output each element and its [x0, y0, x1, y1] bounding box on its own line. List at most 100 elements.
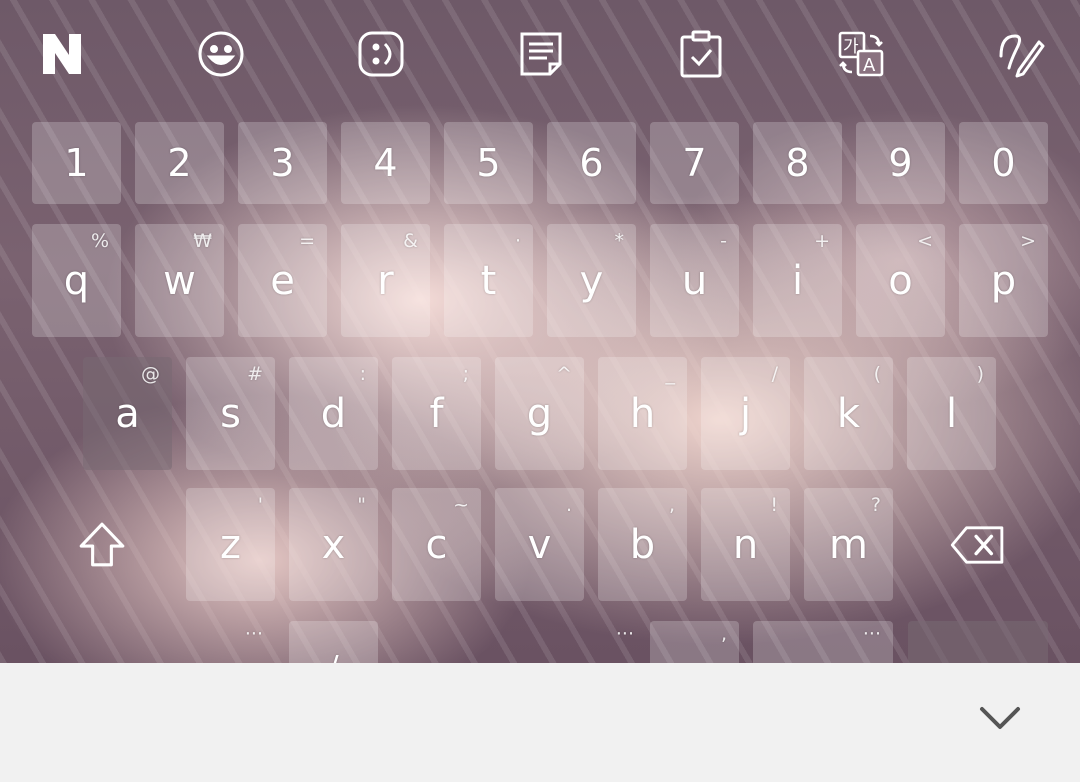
- translate-icon[interactable]: 가 A: [835, 28, 887, 80]
- key-m[interactable]: m?: [804, 488, 893, 601]
- key-v[interactable]: v.: [495, 488, 584, 601]
- key-label: y: [579, 257, 604, 304]
- key-label: u: [681, 257, 708, 304]
- key-x[interactable]: x ": [289, 488, 378, 601]
- key-s[interactable]: s #: [186, 357, 275, 470]
- key-h[interactable]: h _: [598, 357, 687, 470]
- key-1[interactable]: 1: [32, 122, 121, 204]
- key-secondary-label: ;: [462, 363, 469, 385]
- key-label: 9: [888, 141, 913, 185]
- key-secondary-label: ?: [870, 494, 881, 516]
- key-label: n: [732, 521, 759, 568]
- key-label: 6: [579, 141, 604, 185]
- key-secondary-label: ···: [244, 623, 263, 645]
- key-label: w: [163, 257, 196, 304]
- key-b[interactable]: b,: [598, 488, 687, 601]
- key-secondary-label: =: [299, 230, 315, 252]
- key-2[interactable]: 2: [135, 122, 224, 204]
- key-label: f: [429, 390, 444, 437]
- key-secondary-label: &: [403, 230, 418, 252]
- key-a[interactable]: a @: [83, 357, 172, 470]
- key-label: /: [328, 653, 338, 664]
- key-4[interactable]: 4: [341, 122, 430, 204]
- key-secondary-label: >: [1020, 230, 1036, 252]
- key-label: e: [270, 257, 295, 304]
- key-label: k: [836, 390, 861, 437]
- key-c[interactable]: c ~: [392, 488, 481, 601]
- key-e[interactable]: e =: [238, 224, 327, 337]
- key-7[interactable]: 7: [650, 122, 739, 204]
- key-label: i: [791, 257, 804, 304]
- key-f[interactable]: f;: [392, 357, 481, 470]
- space-key[interactable]: ···: [392, 621, 646, 663]
- handwriting-icon[interactable]: [995, 28, 1047, 80]
- symbols-key[interactable]: ···: [186, 621, 275, 663]
- shift-key[interactable]: [56, 488, 148, 601]
- collapse-keyboard-chevron-icon[interactable]: [978, 703, 1022, 733]
- key-label: 3: [270, 141, 295, 185]
- key-secondary-label: #: [247, 363, 263, 385]
- key-g[interactable]: g ^: [495, 357, 584, 470]
- keyboard: 가 A 1 2 3 4 5 6 7 8 9 0 q% w ₩ e = r & t · y * u - i + o < p > a @ s # d:…: [0, 0, 1080, 663]
- key-n[interactable]: n!: [701, 488, 790, 601]
- key-z[interactable]: z ': [186, 488, 275, 601]
- emoticon-icon[interactable]: [355, 28, 407, 80]
- key-9[interactable]: 9: [856, 122, 945, 204]
- slash-key[interactable]: /: [289, 621, 378, 663]
- key-r[interactable]: r &: [341, 224, 430, 337]
- key-8[interactable]: 8: [753, 122, 842, 204]
- key-secondary-label: ": [357, 494, 366, 516]
- key-label: h: [629, 390, 656, 437]
- key-secondary-label: !: [770, 494, 778, 516]
- key-label: a: [115, 390, 140, 437]
- backspace-key[interactable]: [930, 488, 1026, 601]
- key-secondary-label: %: [90, 230, 109, 252]
- svg-text:가: 가: [843, 37, 859, 57]
- key-i[interactable]: i +: [753, 224, 842, 337]
- key-secondary-label: ,: [720, 623, 727, 645]
- key-label: o: [888, 257, 913, 304]
- comma-key[interactable]: ,: [650, 621, 739, 663]
- key-w[interactable]: w ₩: [135, 224, 224, 337]
- key-t[interactable]: t ·: [444, 224, 533, 337]
- key-secondary-label: ₩: [193, 230, 212, 252]
- key-secondary-label: ···: [862, 623, 881, 645]
- key-secondary-label: (: [873, 363, 881, 385]
- key-secondary-label: -: [720, 230, 727, 252]
- key-u[interactable]: u-: [650, 224, 739, 337]
- key-label: t: [480, 257, 497, 304]
- key-label: v: [527, 521, 552, 568]
- key-y[interactable]: y *: [547, 224, 636, 337]
- key-secondary-label: *: [614, 230, 625, 252]
- memo-icon[interactable]: [515, 28, 567, 80]
- key-secondary-label: :: [359, 363, 366, 385]
- key-p[interactable]: p >: [959, 224, 1048, 337]
- key-secondary-label: /: [771, 363, 778, 385]
- key-k[interactable]: k(: [804, 357, 893, 470]
- emoji-icon[interactable]: [195, 28, 247, 80]
- key-6[interactable]: 6: [547, 122, 636, 204]
- key-d[interactable]: d:: [289, 357, 378, 470]
- clipboard-icon[interactable]: [675, 28, 727, 80]
- svg-text:A: A: [863, 55, 876, 76]
- key-label: 5: [476, 141, 501, 185]
- key-3[interactable]: 3: [238, 122, 327, 204]
- key-5[interactable]: 5: [444, 122, 533, 204]
- key-secondary-label: ···: [615, 623, 634, 645]
- naver-logo-icon[interactable]: [36, 28, 88, 80]
- key-secondary-label: +: [814, 230, 830, 252]
- enter-key[interactable]: [908, 621, 1048, 663]
- key-q[interactable]: q%: [32, 224, 121, 337]
- key-label: q: [63, 257, 90, 304]
- punctuation-key[interactable]: ···: [753, 621, 893, 663]
- key-secondary-label: ^: [556, 363, 572, 385]
- key-j[interactable]: j /: [701, 357, 790, 470]
- key-label: p: [990, 257, 1017, 304]
- key-label: 7: [682, 141, 707, 185]
- key-label: g: [526, 390, 553, 437]
- key-o[interactable]: o <: [856, 224, 945, 337]
- key-label: b: [629, 521, 656, 568]
- key-0[interactable]: 0: [959, 122, 1048, 204]
- key-l[interactable]: l): [907, 357, 996, 470]
- key-label: m: [829, 521, 868, 568]
